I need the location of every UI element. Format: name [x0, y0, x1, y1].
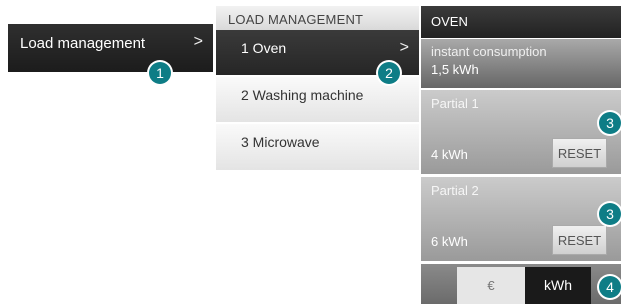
panel-title: OVEN [421, 6, 621, 38]
step-badge: 2 [378, 62, 400, 84]
partial-value: 4 kWh [431, 147, 468, 162]
step-badge: 1 [149, 62, 171, 84]
partial-value: 6 kWh [431, 234, 468, 249]
partial-label: Partial 1 [431, 96, 479, 111]
reset-button[interactable]: RESET [552, 138, 607, 168]
unit-kwh-button[interactable]: kWh [525, 267, 591, 304]
list-item-microwave[interactable]: 3 Microwave [216, 124, 419, 170]
panel-title: LOAD MANAGEMENT [216, 6, 419, 30]
unit-euro-button[interactable]: € [457, 267, 525, 304]
reset-button[interactable]: RESET [552, 225, 607, 255]
list-item-label: 2 Washing machine [241, 87, 364, 103]
step-badge: 4 [599, 276, 621, 298]
partial-label: Partial 2 [431, 183, 479, 198]
oven-detail-panel: OVEN instant consumption 1,5 kWh Partial… [421, 6, 621, 304]
instant-consumption: instant consumption 1,5 kWh [421, 39, 621, 88]
list-item-label: 1 Oven [241, 40, 287, 56]
list-item-label: 3 Microwave [241, 134, 320, 150]
instant-consumption-value: 1,5 kWh [431, 62, 479, 77]
menu-item-load-management[interactable]: Load management > [8, 24, 213, 72]
instant-consumption-label: instant consumption [431, 44, 547, 59]
menu-item-label: Load management [20, 35, 146, 52]
unit-toggle: € kWh [421, 264, 621, 304]
partial-2: Partial 2 6 kWh RESET [421, 177, 621, 261]
step-badge: 3 [599, 203, 621, 225]
load-management-panel: LOAD MANAGEMENT 1 Oven > 2 Washing machi… [216, 6, 419, 174]
partial-1: Partial 1 4 kWh RESET [421, 90, 621, 174]
chevron-right-icon: > [399, 39, 409, 56]
chevron-right-icon: > [193, 33, 203, 50]
step-badge: 3 [599, 112, 621, 134]
